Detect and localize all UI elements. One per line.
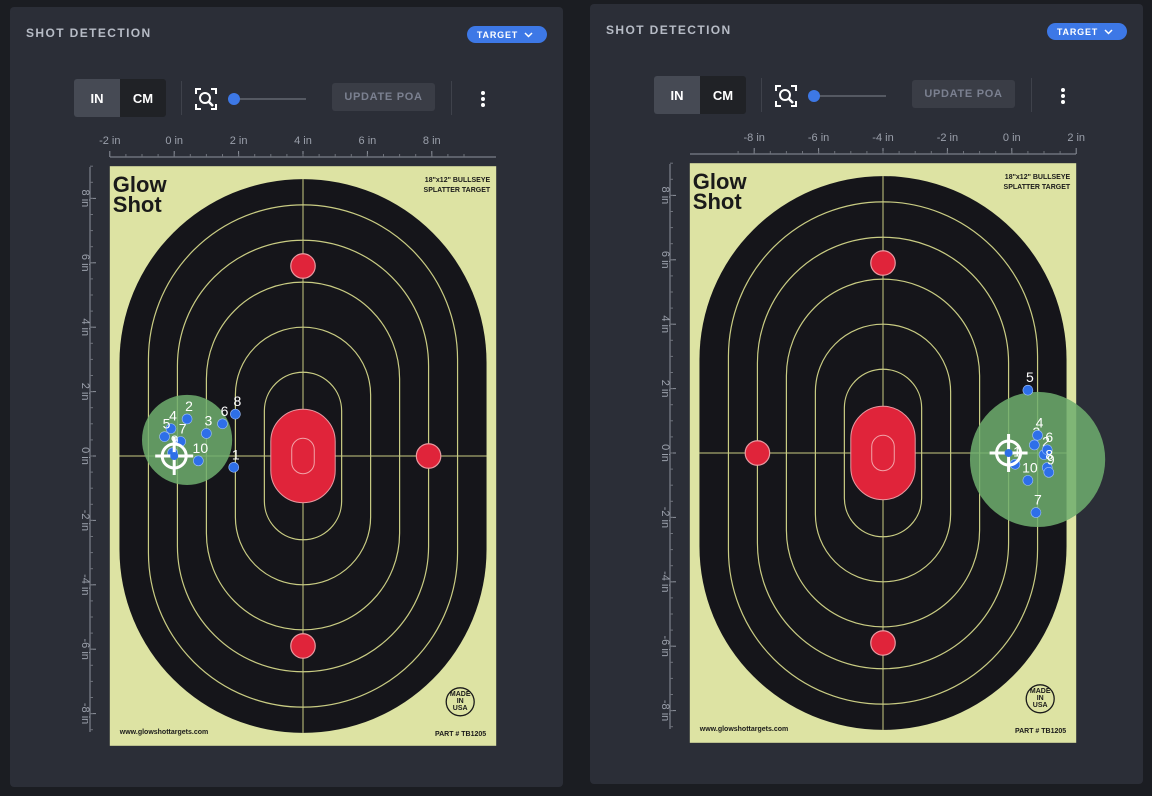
brand-text: Shot xyxy=(693,189,743,214)
target-size-text: SPLATTER TARGET xyxy=(424,187,491,194)
shot-marker xyxy=(1043,467,1055,478)
y-tick-label: -8 in xyxy=(79,703,91,724)
y-tick-label: 8 in xyxy=(659,187,671,205)
target-size-text: 18"x12" BULLSEYE xyxy=(425,177,491,184)
poa-center xyxy=(1004,449,1013,457)
center-bullseye xyxy=(270,408,336,504)
shot-marker xyxy=(201,428,212,439)
shot-detection-panel-right: SHOT DETECTION TARGET IN CM UPDATE POA -… xyxy=(590,4,1143,784)
y-tick-label: 6 in xyxy=(659,251,671,269)
x-tick-label: -8 in xyxy=(743,132,764,144)
target-plot[interactable]: -2 in 0 in 2 in 4 in 6 in 8 in 8 in 6 in 4 in 2 i… xyxy=(10,7,563,787)
brand-text: Shot xyxy=(113,192,163,217)
y-tick-label: -4 in xyxy=(659,571,671,592)
y-tick-label: 4 in xyxy=(659,315,671,333)
y-tick-label: 2 in xyxy=(79,383,91,401)
aim-dot xyxy=(290,253,316,279)
shot-label: 10 xyxy=(193,440,209,456)
y-tick-label: -2 in xyxy=(79,510,91,531)
shot-label: 6 xyxy=(221,403,229,419)
y-tick-label: -4 in xyxy=(79,574,91,595)
target-size-text: SPLATTER TARGET xyxy=(1004,184,1071,191)
shot-label: 6 xyxy=(1045,429,1053,445)
x-tick-label: 0 in xyxy=(1003,132,1021,144)
part-number-text: PART # TB1205 xyxy=(435,731,486,738)
x-tick-label: -2 in xyxy=(937,132,958,144)
shot-marker xyxy=(1032,429,1043,441)
shot-label: 4 xyxy=(1036,414,1044,430)
x-tick-label: -6 in xyxy=(808,132,829,144)
aim-dot xyxy=(744,440,771,466)
x-tick-label: -4 in xyxy=(872,132,893,144)
made-in-text: USA xyxy=(1033,702,1048,709)
aim-dot xyxy=(870,630,896,656)
shot-label: 9 xyxy=(1047,451,1055,467)
target-size-text: 18"x12" BULLSEYE xyxy=(1005,174,1071,181)
x-tick-label: -2 in xyxy=(99,135,120,147)
made-in-text: USA xyxy=(453,705,468,712)
shot-marker xyxy=(230,408,241,420)
y-tick-label: 4 in xyxy=(79,318,91,336)
poa-center xyxy=(170,452,179,460)
y-tick-label: 6 in xyxy=(79,254,91,272)
website-text: www.glowshottargets.com xyxy=(119,729,208,736)
shot-label: 2 xyxy=(185,398,193,414)
y-tick-label: -2 in xyxy=(659,507,671,528)
shot-label: 10 xyxy=(1022,459,1038,475)
shot-marker xyxy=(217,418,228,430)
shot-marker xyxy=(1022,384,1034,396)
shot-label: 7 xyxy=(1034,492,1042,508)
x-tick-label: 2 in xyxy=(230,135,248,147)
shot-label: 7 xyxy=(179,421,187,437)
x-tick-label: 6 in xyxy=(359,135,377,147)
y-tick-label: 0 in xyxy=(659,444,671,462)
y-tick-label: -6 in xyxy=(79,638,91,659)
aim-dot xyxy=(290,633,316,659)
y-tick-label: 2 in xyxy=(659,380,671,398)
shot-marker xyxy=(193,455,204,467)
x-tick-label: 8 in xyxy=(423,135,441,147)
shot-label: 1 xyxy=(232,446,240,462)
part-number-text: PART # TB1205 xyxy=(1015,728,1066,735)
shot-marker xyxy=(1022,475,1034,486)
aim-dot xyxy=(415,443,442,469)
made-in-text: MADE xyxy=(1030,688,1051,695)
x-tick-label: 4 in xyxy=(294,135,312,147)
made-in-text: IN xyxy=(457,698,464,705)
y-tick-label: -6 in xyxy=(659,635,671,656)
y-tick-label: -8 in xyxy=(659,700,671,721)
shot-label: 5 xyxy=(163,416,171,432)
x-tick-label: 2 in xyxy=(1067,132,1085,144)
x-tick-label: 0 in xyxy=(165,135,183,147)
shot-detection-panel-left: SHOT DETECTION TARGET IN CM UPDATE POA -… xyxy=(10,7,563,787)
shot-marker xyxy=(1030,507,1042,518)
shot-marker xyxy=(228,461,240,473)
aim-dot xyxy=(870,250,896,276)
shot-label: 3 xyxy=(205,412,213,428)
made-in-text: MADE xyxy=(450,691,471,698)
shot-marker xyxy=(1029,439,1040,451)
shot-label: 8 xyxy=(233,393,241,409)
made-in-text: IN xyxy=(1037,695,1044,702)
y-tick-label: 8 in xyxy=(79,190,91,208)
target-plot[interactable]: -8 in -6 in -4 in -2 in 0 in 2 in 8 in 6 in 4 in… xyxy=(590,4,1143,784)
y-tick-label: 0 in xyxy=(79,447,91,465)
shot-marker xyxy=(159,431,170,442)
website-text: www.glowshottargets.com xyxy=(699,726,788,733)
shot-label: 5 xyxy=(1026,369,1034,385)
center-bullseye xyxy=(850,405,916,501)
